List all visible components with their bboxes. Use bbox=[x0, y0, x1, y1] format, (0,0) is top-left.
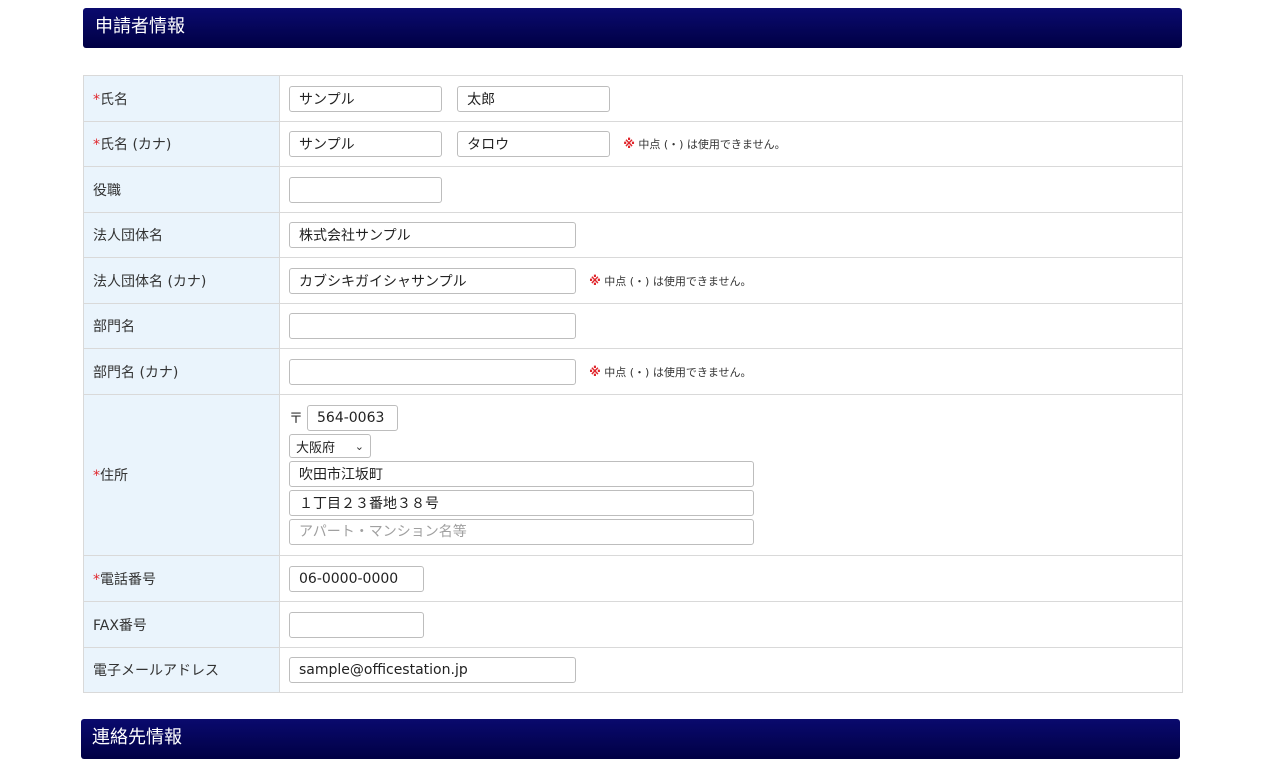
label-position: 役職 bbox=[83, 166, 280, 213]
note-text: 中点 (・) は使用できません。 bbox=[638, 138, 786, 151]
label-address: *住所 bbox=[83, 394, 280, 556]
label-department-kana: 部門名 (カナ) bbox=[83, 348, 280, 395]
label-text: FAX番号 bbox=[93, 617, 147, 634]
section-title: 申請者情報 bbox=[95, 16, 185, 37]
row-fax: FAX番号 bbox=[83, 601, 1183, 648]
field-fax bbox=[279, 601, 1183, 648]
label-phone: *電話番号 bbox=[83, 555, 280, 602]
required-mark: * bbox=[93, 468, 100, 484]
label-text: 住所 bbox=[100, 468, 128, 484]
department-input[interactable] bbox=[289, 313, 576, 339]
field-company-kana: ※ 中点 (・) は使用できません。 bbox=[279, 257, 1183, 304]
row-address: *住所 〒 大阪府 ⌄ bbox=[83, 394, 1183, 556]
row-company: 法人団体名 bbox=[83, 212, 1183, 258]
label-department: 部門名 bbox=[83, 303, 280, 349]
field-email bbox=[279, 647, 1183, 693]
field-position bbox=[279, 166, 1183, 213]
zip-row: 〒 bbox=[289, 405, 1182, 431]
label-text: 電話番号 bbox=[100, 571, 156, 588]
section-header-applicant: 申請者情報 bbox=[83, 8, 1182, 48]
last-name-input[interactable] bbox=[289, 85, 442, 112]
label-fax: FAX番号 bbox=[83, 601, 280, 648]
company-kana-input[interactable] bbox=[289, 267, 576, 294]
row-name-kana: *氏名 (カナ) ※ 中点 (・) は使用できません。 bbox=[83, 121, 1183, 167]
field-department-kana: ※ 中点 (・) は使用できません。 bbox=[279, 348, 1183, 395]
required-mark: * bbox=[93, 91, 100, 108]
street-input[interactable] bbox=[289, 490, 754, 516]
label-text: 電子メールアドレス bbox=[93, 663, 219, 679]
company-input[interactable] bbox=[289, 222, 576, 248]
first-name-input[interactable] bbox=[457, 85, 611, 112]
row-email: 電子メールアドレス bbox=[83, 647, 1183, 693]
note-text: 中点 (・) は使用できません。 bbox=[604, 365, 752, 379]
city-input[interactable] bbox=[289, 461, 754, 487]
department-kana-input[interactable] bbox=[289, 358, 576, 385]
prefecture-select[interactable]: 大阪府 ⌄ bbox=[289, 434, 371, 458]
row-phone: *電話番号 bbox=[83, 555, 1183, 602]
applicant-form-table: *氏名 *氏名 (カナ) ※ 中点 (・) は使用できません。 役職 法人団体名… bbox=[83, 75, 1183, 693]
label-email: 電子メールアドレス bbox=[83, 647, 280, 693]
building-input[interactable] bbox=[289, 519, 754, 545]
row-department-kana: 部門名 (カナ) ※ 中点 (・) は使用できません。 bbox=[83, 348, 1183, 395]
row-name: *氏名 bbox=[83, 75, 1183, 122]
label-text: 氏名 bbox=[100, 91, 128, 108]
chevron-down-icon: ⌄ bbox=[354, 439, 364, 453]
field-name-kana: ※ 中点 (・) は使用できません。 bbox=[279, 121, 1183, 167]
field-address: 〒 大阪府 ⌄ bbox=[279, 394, 1183, 556]
label-company: 法人団体名 bbox=[83, 212, 280, 258]
phone-input[interactable] bbox=[289, 565, 424, 592]
note-text: 中点 (・) は使用できません。 bbox=[604, 274, 752, 288]
required-mark: * bbox=[93, 137, 100, 153]
zip-input[interactable] bbox=[307, 405, 398, 431]
required-mark: * bbox=[93, 571, 100, 588]
first-name-kana-input[interactable] bbox=[457, 131, 611, 157]
prefecture-row: 大阪府 ⌄ bbox=[289, 434, 1182, 458]
middle-dot-note: ※ 中点 (・) は使用できません。 bbox=[589, 273, 751, 289]
label-text: 氏名 (カナ) bbox=[100, 137, 172, 153]
postal-mark-icon: 〒 bbox=[289, 411, 303, 427]
label-name-kana: *氏名 (カナ) bbox=[83, 121, 280, 167]
middle-dot-note: ※ 中点 (・) は使用できません。 bbox=[589, 364, 751, 380]
row-position: 役職 bbox=[83, 166, 1183, 213]
note-mark: ※ bbox=[589, 273, 601, 288]
row-department: 部門名 bbox=[83, 303, 1183, 349]
label-text: 法人団体名 (カナ) bbox=[93, 273, 207, 290]
field-company bbox=[279, 212, 1183, 258]
field-name bbox=[279, 75, 1183, 122]
label-text: 部門名 (カナ) bbox=[93, 364, 179, 381]
label-text: 法人団体名 bbox=[93, 228, 163, 244]
field-department bbox=[279, 303, 1183, 349]
label-text: 部門名 bbox=[93, 319, 135, 335]
label-name: *氏名 bbox=[83, 75, 280, 122]
last-name-kana-input[interactable] bbox=[289, 131, 442, 157]
prefecture-value: 大阪府 bbox=[296, 440, 336, 456]
label-company-kana: 法人団体名 (カナ) bbox=[83, 257, 280, 304]
section-header-contact: 連絡先情報 bbox=[81, 719, 1180, 759]
email-input[interactable] bbox=[289, 657, 576, 683]
fax-input[interactable] bbox=[289, 611, 424, 638]
note-mark: ※ bbox=[623, 137, 635, 151]
position-input[interactable] bbox=[289, 176, 442, 203]
label-text: 役職 bbox=[93, 182, 121, 199]
row-company-kana: 法人団体名 (カナ) ※ 中点 (・) は使用できません。 bbox=[83, 257, 1183, 304]
note-mark: ※ bbox=[589, 364, 601, 379]
field-phone bbox=[279, 555, 1183, 602]
middle-dot-note: ※ 中点 (・) は使用できません。 bbox=[623, 136, 785, 152]
section-title: 連絡先情報 bbox=[92, 727, 182, 748]
